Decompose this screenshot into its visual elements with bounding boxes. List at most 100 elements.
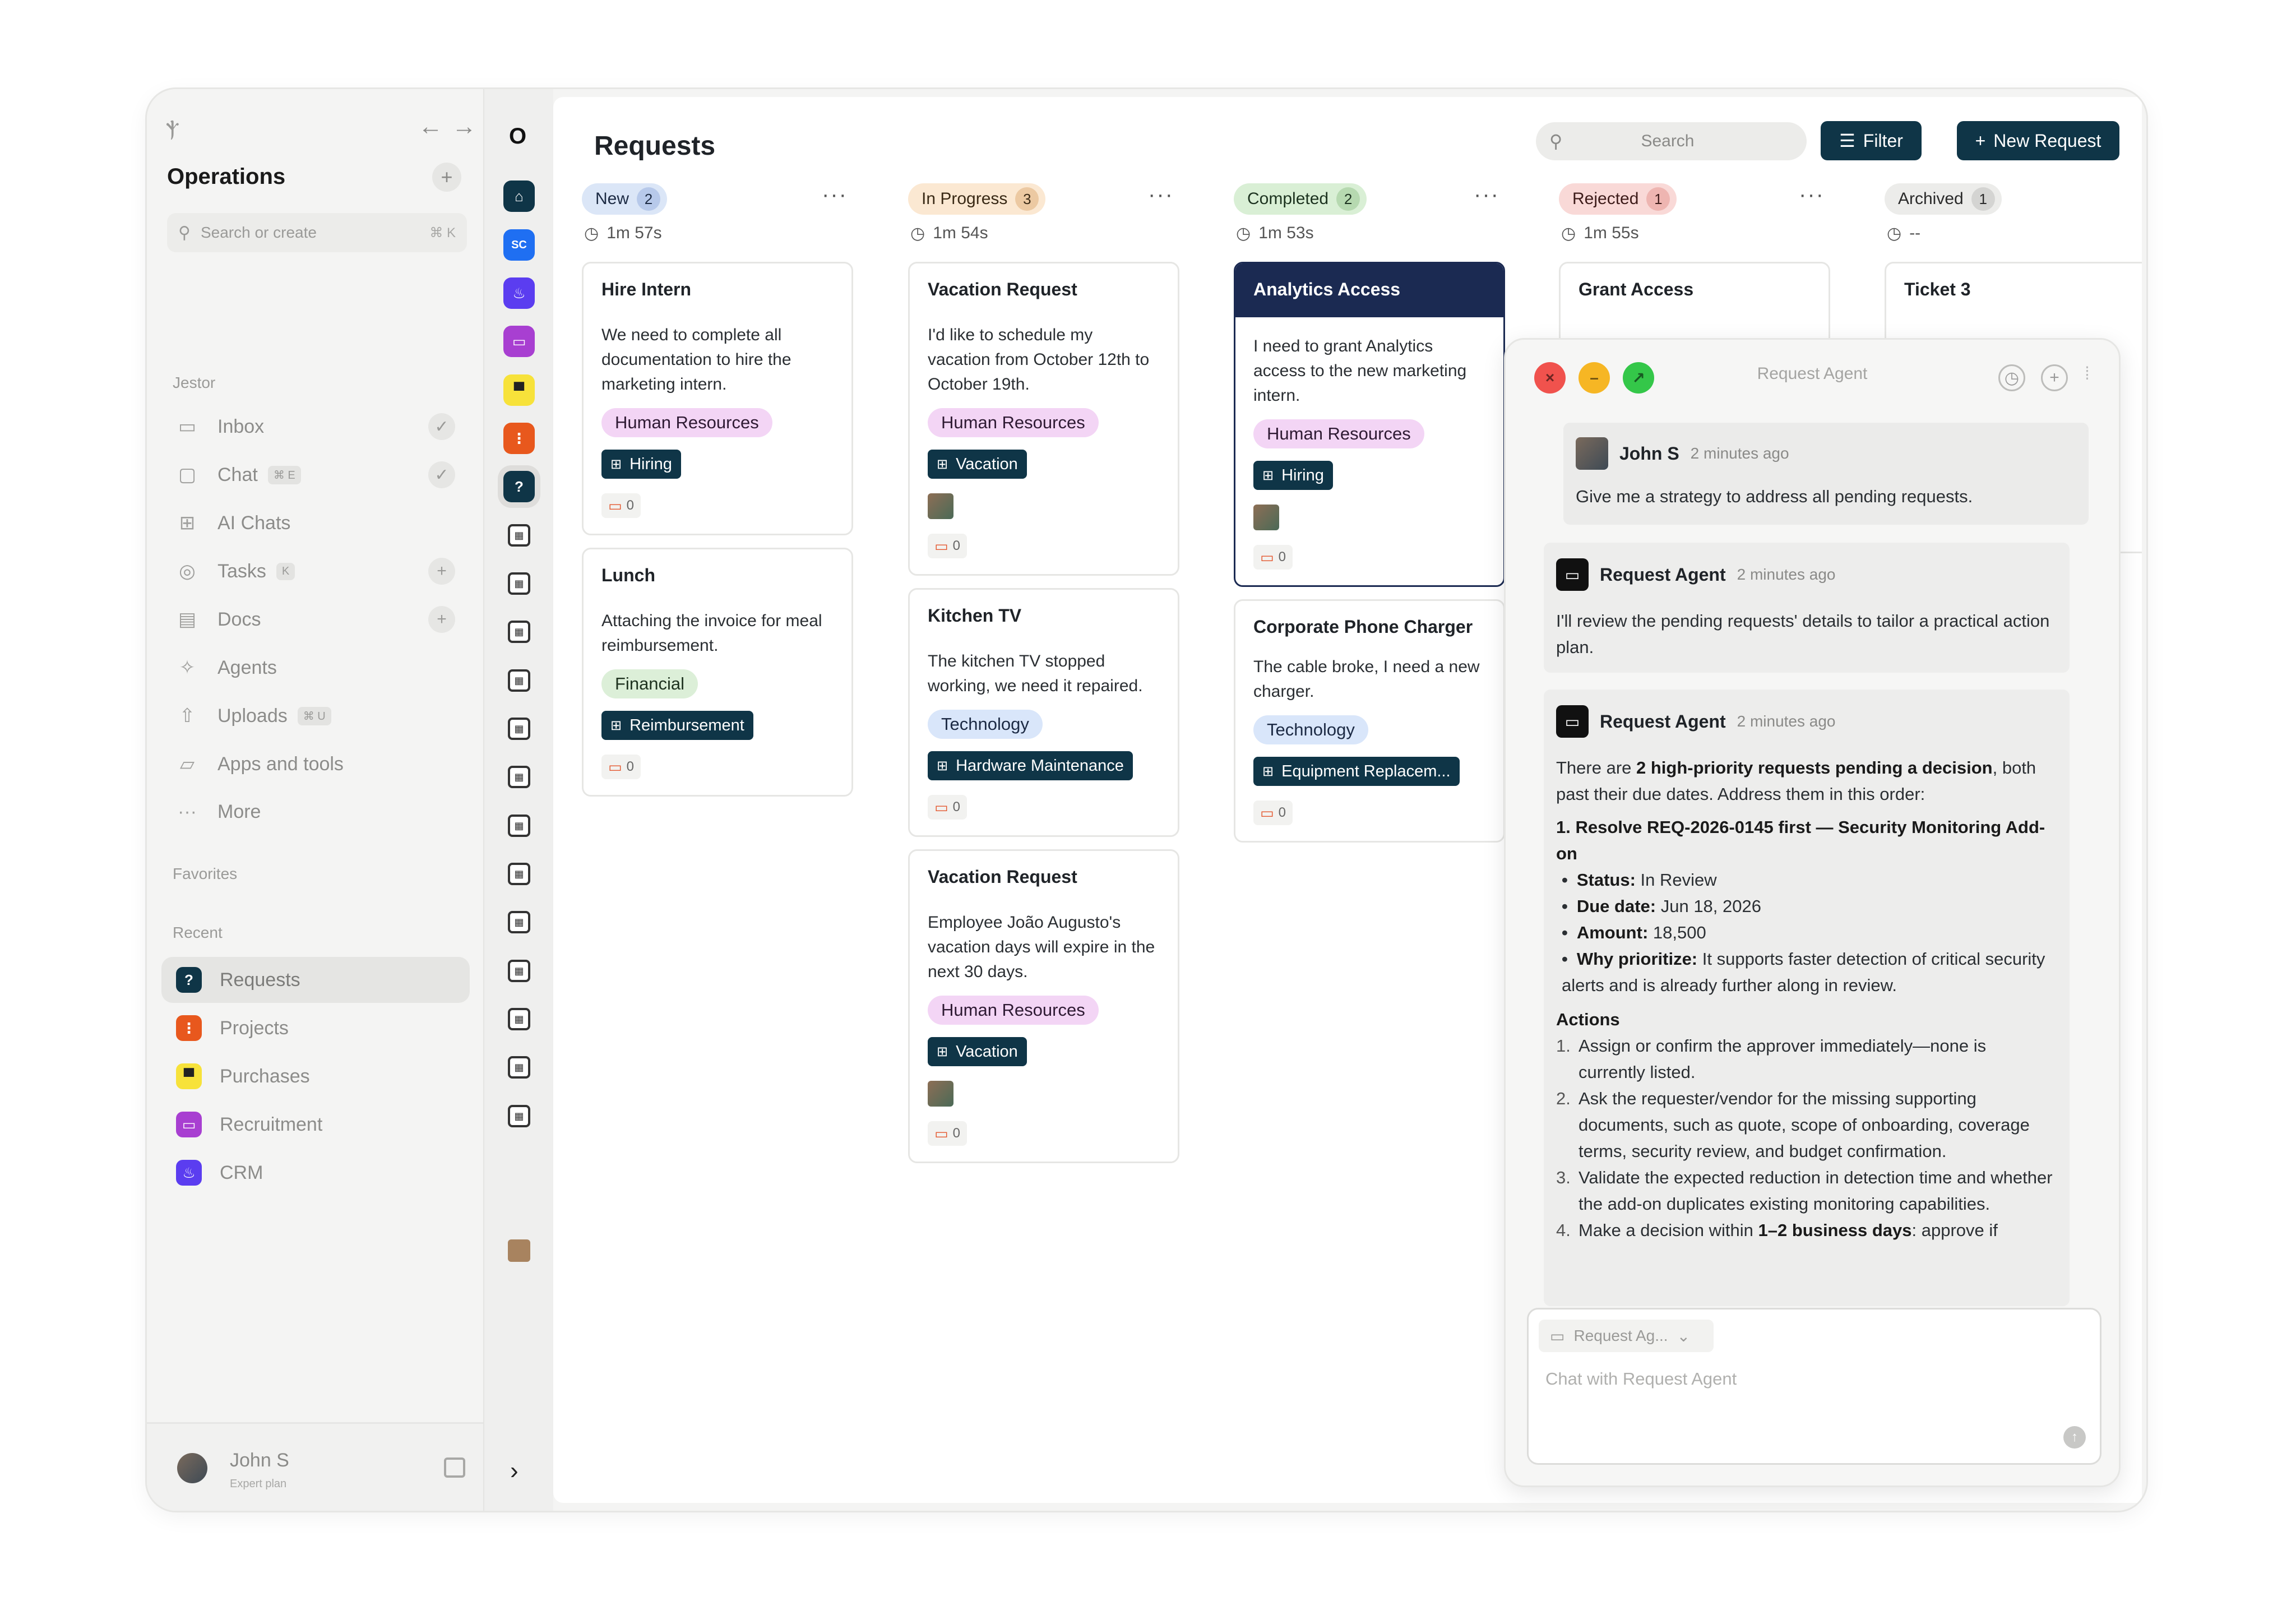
add-workspace-item-button[interactable]: + (432, 163, 461, 192)
chat-input-placeholder[interactable]: Chat with Request Agent (1545, 1369, 1737, 1389)
table-icon[interactable]: ▦ (508, 1105, 530, 1127)
request-card[interactable]: Vacation Request Employee João Augusto's… (908, 849, 1179, 1163)
send-button[interactable]: ↑ (2063, 1426, 2086, 1449)
comment-count[interactable]: ▭ 0 (1253, 800, 1293, 825)
table-icon[interactable]: ▦ (508, 524, 530, 547)
sidebar-item-ai-chats[interactable]: ⊞ AI Chats (161, 500, 470, 546)
status-pill-in-progress[interactable]: In Progress 3 (908, 183, 1046, 215)
status-label: Completed (1247, 189, 1329, 208)
request-card[interactable]: Corporate Phone Charger The cable broke,… (1234, 599, 1505, 843)
chat-composer[interactable]: ▭ Request Ag... ⌄ Chat with Request Agen… (1527, 1308, 2101, 1465)
request-card[interactable]: Kitchen TV The kitchen TV stopped workin… (908, 588, 1179, 837)
card-description: I need to grant Analytics access to the … (1253, 337, 1467, 405)
search-input[interactable]: ⚲ Search (1536, 122, 1807, 160)
cart-icon[interactable]: ▀ (503, 374, 535, 406)
status-pill-new[interactable]: New 2 (582, 183, 668, 215)
category-label: Vacation (956, 455, 1018, 473)
column-menu-icon[interactable]: ··· (1474, 182, 1499, 207)
table-icon[interactable]: ▦ (508, 1008, 530, 1030)
status-pill-completed[interactable]: Completed 2 (1234, 183, 1367, 215)
sidebar-item-inbox[interactable]: ▭ Inbox ✓ (161, 404, 470, 450)
sidebar-item-projects[interactable]: ⋮ Projects (161, 1005, 470, 1051)
sidebar-item-more[interactable]: ··· More (161, 789, 470, 835)
new-request-button[interactable]: + New Request (1957, 121, 2119, 160)
recruitment-icon[interactable]: ▭ (503, 326, 535, 357)
comment-count[interactable]: ▭ 0 (1253, 545, 1293, 570)
projects-icon[interactable]: ⋮ (503, 423, 535, 454)
add-doc-button[interactable]: + (428, 606, 455, 633)
sidebar-search-input[interactable]: ⚲ Search or create ⌘ K (167, 213, 467, 252)
card-title: Corporate Phone Charger (1253, 617, 1473, 637)
sidebar-item-apps-and-tools[interactable]: ▱ Apps and tools (161, 741, 470, 787)
comment-count[interactable]: ▭ 0 (601, 755, 641, 779)
column-header: Completed 2 ··· (1234, 181, 1505, 217)
table-icon[interactable]: ▦ (508, 766, 530, 788)
add-task-button[interactable]: + (428, 558, 455, 585)
agent-select-dropdown[interactable]: ▭ Request Ag... ⌄ (1539, 1320, 1714, 1352)
sc-app-icon[interactable]: SC (503, 229, 535, 261)
table-icon[interactable]: ▦ (508, 718, 530, 740)
category-icon: ⊞ (937, 758, 948, 774)
category-chip: ⊞ Hardware Maintenance (928, 751, 1133, 780)
category-label: Reimbursement (629, 716, 744, 734)
column-menu-icon[interactable]: ··· (1148, 182, 1174, 207)
search-shortcut: ⌘ K (429, 225, 456, 240)
comment-count[interactable]: ▭ 0 (928, 1121, 967, 1146)
message-time: 2 minutes ago (1690, 445, 1789, 462)
status-pill-archived[interactable]: Archived 1 (1885, 183, 2002, 215)
sidebar-item-tasks[interactable]: ◎ Tasks K + (161, 548, 470, 594)
column-menu-icon[interactable]: ··· (2141, 182, 2142, 207)
table-icon[interactable]: ▦ (508, 621, 530, 643)
brand-mark[interactable]: O (509, 124, 526, 149)
status-pill-rejected[interactable]: Rejected 1 (1559, 183, 1677, 215)
sidebar-item-agents[interactable]: ✧ Agents (161, 645, 470, 691)
card-title: Vacation Request (928, 279, 1077, 299)
comment-count[interactable]: ▭ 0 (928, 795, 967, 820)
crm-icon[interactable]: ♨ (503, 277, 535, 309)
forward-arrow-icon[interactable]: → (452, 113, 476, 141)
dots-icon: ··· (178, 800, 197, 822)
action-item: Assign or confirm the approver immediate… (1578, 1036, 1987, 1082)
sidebar-item-requests[interactable]: ? Requests (161, 957, 470, 1003)
archive-box-icon[interactable] (508, 1239, 530, 1262)
table-icon[interactable]: ▦ (508, 960, 530, 982)
table-icon[interactable]: ▦ (508, 911, 530, 933)
column-menu-icon[interactable]: ··· (822, 182, 848, 207)
drag-handle-icon[interactable]: ⁞ (2085, 363, 2090, 384)
sidebar-item-docs[interactable]: ▤ Docs + (161, 596, 470, 642)
doc-icon: ▤ (178, 609, 197, 630)
request-card[interactable]: Vacation Request I'd like to schedule my… (908, 262, 1179, 576)
back-arrow-icon[interactable]: ← (418, 113, 443, 141)
sidebar-item-label: Purchases (220, 1065, 310, 1087)
column-header: New 2 ··· (582, 181, 853, 217)
request-card[interactable]: Lunch Attaching the invoice for meal rei… (582, 548, 853, 797)
search-placeholder: Search or create (200, 224, 317, 241)
sidebar-item-purchases[interactable]: ▀ Purchases (161, 1053, 470, 1099)
comment-icon: ▭ (608, 497, 622, 514)
comment-count[interactable]: ▭ 0 (928, 534, 967, 558)
section-favorites: Favorites (173, 865, 238, 882)
table-icon[interactable]: ▦ (508, 1056, 530, 1079)
request-card-selected[interactable]: Analytics Access I need to grant Analyti… (1234, 262, 1505, 587)
table-icon[interactable]: ▦ (508, 669, 530, 692)
request-card[interactable]: Hire Intern We need to complete all docu… (582, 262, 853, 535)
column-menu-icon[interactable]: ··· (1799, 182, 1825, 207)
recruitment-app-icon: ▭ (176, 1112, 202, 1137)
sidebar-item-uploads[interactable]: ⇧ Uploads ⌘ U (161, 693, 470, 739)
table-icon[interactable]: ▦ (508, 863, 530, 885)
sidebar-item-recruitment[interactable]: ▭ Recruitment (161, 1102, 470, 1147)
table-icon[interactable]: ▦ (508, 572, 530, 595)
chevron-right-icon[interactable]: › (510, 1457, 519, 1485)
user-profile[interactable]: John S Expert plan (147, 1422, 483, 1511)
table-icon[interactable]: ▦ (508, 815, 530, 837)
history-icon[interactable]: ◷ (1998, 364, 2025, 391)
home-icon[interactable]: ⌂ (503, 181, 535, 212)
filter-button[interactable]: ☰ Filter (1821, 121, 1922, 160)
requests-icon[interactable]: ? (503, 471, 535, 502)
new-chat-icon[interactable]: + (2041, 364, 2068, 391)
toggle-sidebar-icon[interactable] (444, 1457, 465, 1478)
sidebar-item-crm[interactable]: ♨ CRM (161, 1150, 470, 1196)
comment-count[interactable]: ▭ 0 (601, 493, 641, 518)
sidebar-item-chat[interactable]: ▢ Chat ⌘ E ✓ (161, 452, 470, 498)
card-title: Lunch (601, 565, 655, 585)
